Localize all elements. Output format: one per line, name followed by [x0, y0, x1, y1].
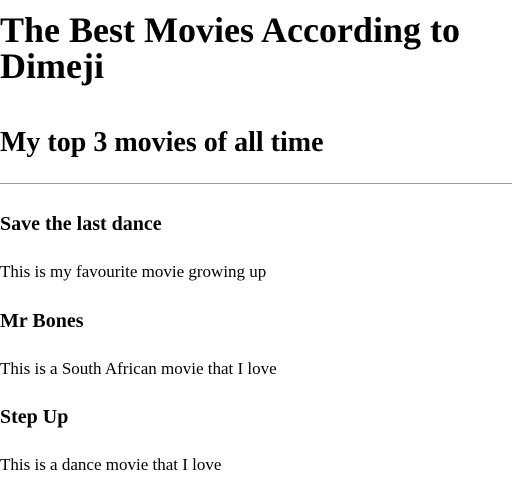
movie-description: This is my favourite movie growing up: [0, 262, 267, 281]
movie-description: This is a dance movie that I love: [0, 455, 222, 474]
page: The Best Movies According to Dimeji My t…: [0, 0, 512, 482]
movie-title: Step Up: [0, 406, 69, 428]
movie-title: Save the last dance: [0, 213, 162, 235]
movie-title: Mr Bones: [0, 310, 84, 332]
divider: [0, 183, 512, 184]
page-title: The Best Movies According to Dimeji: [0, 10, 460, 86]
page-subtitle: My top 3 movies of all time: [0, 127, 324, 158]
movie-description: This is a South African movie that I lov…: [0, 359, 277, 378]
